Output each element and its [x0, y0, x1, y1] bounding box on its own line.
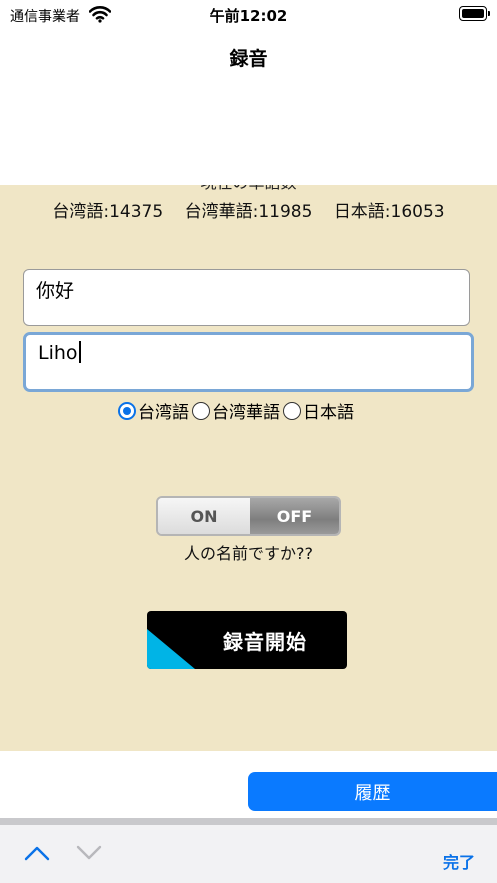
done-button[interactable]: 完了: [443, 849, 475, 873]
taiwan-mandarin-count: 台湾華語:11985: [184, 202, 313, 222]
word-input-value: 你好: [36, 280, 75, 302]
toggle-on-segment[interactable]: ON: [158, 498, 250, 534]
toggle-off-segment[interactable]: OFF: [250, 498, 339, 534]
radio-taiwan-mandarin[interactable]: 台湾華語: [192, 398, 280, 423]
recording-form: 現在の単語数 台湾語:14375 台湾華語:11985 日本語:16053 你好…: [0, 185, 497, 751]
radio-label: 台湾語: [138, 403, 189, 423]
status-bar: 通信事業者 午前12:02: [0, 0, 497, 30]
chevron-up-icon[interactable]: [24, 845, 50, 861]
radio-label: 台湾華語: [212, 403, 280, 423]
radio-selected-icon: [118, 401, 136, 420]
radio-japanese[interactable]: 日本語: [283, 398, 354, 423]
reading-input[interactable]: Liho: [23, 332, 474, 392]
radio-unselected-icon: [192, 401, 210, 420]
chevron-down-icon[interactable]: [76, 845, 102, 861]
taiwanese-count: 台湾語:14375: [52, 202, 164, 222]
navigation-bar: 録音: [0, 30, 497, 84]
page-title: 録音: [229, 48, 268, 70]
start-recording-label: 録音開始: [223, 629, 307, 654]
start-recording-button[interactable]: 録音開始: [147, 611, 347, 669]
text-cursor: [78, 341, 81, 363]
word-input[interactable]: 你好: [23, 269, 470, 326]
keyboard-accessory-bar: 完了: [0, 818, 497, 883]
language-radio-group: 台湾語 台湾華語 日本語: [118, 398, 357, 423]
person-name-toggle[interactable]: ON OFF: [156, 496, 341, 536]
radio-unselected-icon: [283, 401, 301, 420]
japanese-count: 日本語:16053: [333, 202, 445, 222]
word-count-line: 台湾語:14375 台湾華語:11985 日本語:16053: [0, 197, 497, 222]
clock: 午前12:02: [209, 7, 288, 25]
battery-icon: [459, 6, 490, 21]
reading-input-value: Liho: [38, 342, 78, 364]
word-count-heading: 現在の単語数: [0, 185, 497, 193]
radio-taiwanese[interactable]: 台湾語: [118, 398, 189, 423]
radio-label: 日本語: [303, 403, 354, 423]
history-button[interactable]: 履歴: [248, 772, 497, 811]
toggle-caption: 人の名前ですか??: [184, 544, 313, 563]
